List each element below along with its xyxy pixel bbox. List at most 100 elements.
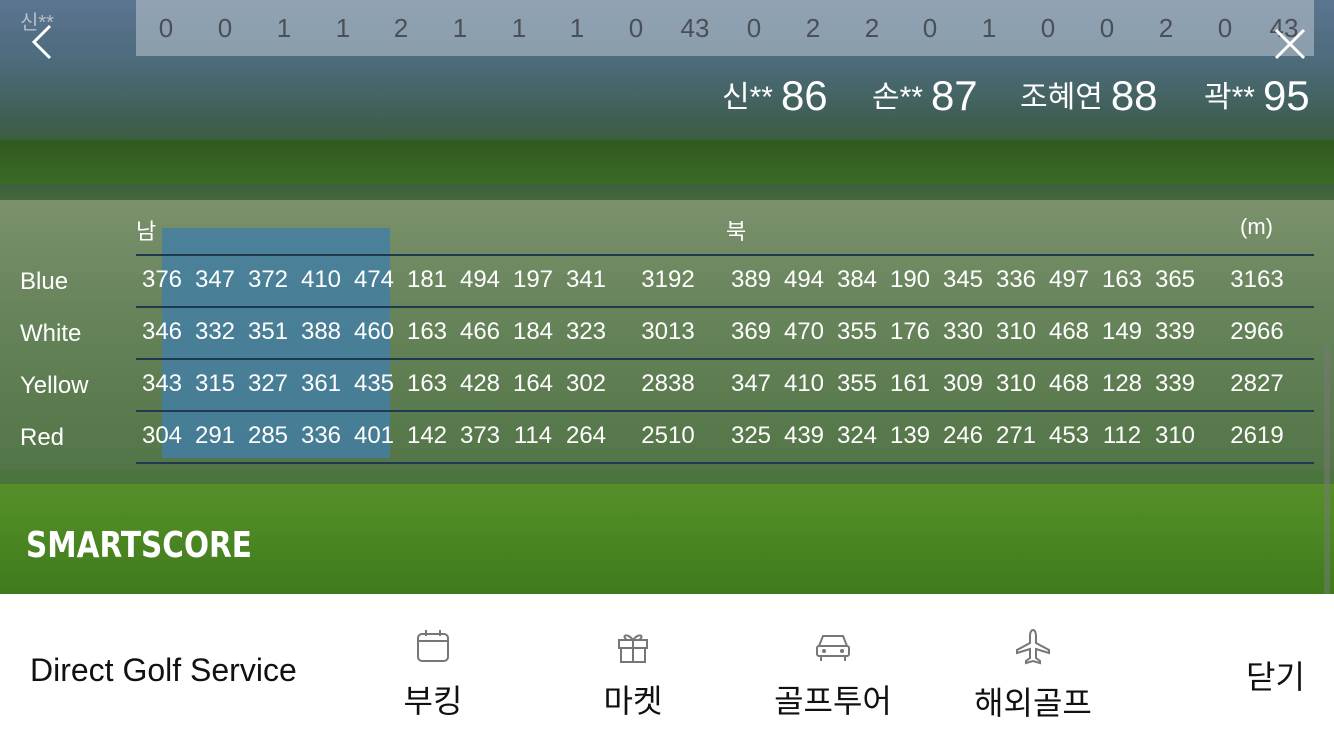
distance-cell: 197 bbox=[512, 266, 554, 293]
hole-score: 0 bbox=[628, 13, 644, 43]
hole-score: 1 bbox=[452, 13, 468, 43]
distance-cell: 112 bbox=[1102, 422, 1142, 449]
distance-cell: 373 bbox=[459, 422, 501, 449]
tee-label: Blue bbox=[20, 268, 69, 295]
table-divider bbox=[136, 462, 1314, 464]
distance-cell: 3192 bbox=[641, 266, 695, 293]
distance-cell: 466 bbox=[459, 318, 501, 345]
distance-cell: 285 bbox=[247, 422, 289, 449]
hole-score: 0 bbox=[1099, 13, 1115, 43]
distance-cell: 336 bbox=[300, 422, 342, 449]
distance-cell: 339 bbox=[1154, 370, 1196, 397]
distance-cell: 347 bbox=[730, 370, 772, 397]
distance-cell: 389 bbox=[730, 266, 772, 293]
airplane-icon bbox=[1016, 628, 1050, 665]
hole-score: 1 bbox=[276, 13, 292, 43]
hole-score: 0 bbox=[1040, 13, 1056, 43]
distance-cell: 453 bbox=[1048, 422, 1090, 449]
hole-score-strip: 0 0 1 1 2 1 1 1 0 43 0 2 2 0 1 0 0 2 0 43 bbox=[136, 0, 1314, 56]
distance-cell: 497 bbox=[1048, 266, 1090, 293]
nav-label: 마켓 bbox=[603, 683, 663, 719]
close-menu-button[interactable]: 닫기 bbox=[1246, 652, 1305, 698]
distance-cell: 310 bbox=[995, 318, 1037, 345]
hole-score: 0 bbox=[922, 13, 938, 43]
hole-score: 43 bbox=[680, 13, 710, 43]
player-score: 95 bbox=[1262, 72, 1310, 119]
distance-cell: 336 bbox=[995, 266, 1037, 293]
distance-cell: 345 bbox=[942, 266, 984, 293]
distance-cell: 332 bbox=[194, 318, 236, 345]
hole-score: 1 bbox=[335, 13, 351, 43]
player-score: 88 bbox=[1110, 72, 1158, 119]
table-divider bbox=[136, 306, 1314, 308]
distance-cell: 2619 bbox=[1230, 422, 1284, 449]
distance-cell: 264 bbox=[565, 422, 607, 449]
distance-cell: 161 bbox=[889, 370, 931, 397]
distance-cell: 376 bbox=[141, 266, 183, 293]
distance-cell: 325 bbox=[730, 422, 772, 449]
distance-cell: 309 bbox=[942, 370, 984, 397]
unit-label: (m) bbox=[1240, 214, 1273, 239]
brand-logo: SMARTSCORE bbox=[26, 525, 252, 566]
distance-cell: 3013 bbox=[641, 318, 695, 345]
distance-cell: 304 bbox=[141, 422, 183, 449]
tee-label: Yellow bbox=[20, 372, 89, 399]
player-totals: 신** 86 손** 87 조혜연 88 곽** 95 bbox=[0, 72, 1334, 128]
hole-score: 2 bbox=[393, 13, 409, 43]
distance-cell: 2510 bbox=[641, 422, 695, 449]
close-button[interactable] bbox=[1270, 24, 1310, 64]
nav-booking[interactable]: 부킹 bbox=[353, 628, 513, 722]
distance-cell: 494 bbox=[459, 266, 501, 293]
nav-overseas-golf[interactable]: 해외골프 bbox=[953, 628, 1113, 724]
distance-cell: 384 bbox=[836, 266, 878, 293]
player-total: 곽** 95 bbox=[1204, 72, 1310, 120]
distance-cell: 355 bbox=[836, 370, 878, 397]
distance-cell: 474 bbox=[353, 266, 395, 293]
distance-cell: 369 bbox=[730, 318, 772, 345]
player-total: 손** 87 bbox=[872, 72, 978, 120]
distance-cell: 315 bbox=[194, 370, 236, 397]
distance-cell: 339 bbox=[1154, 318, 1196, 345]
distance-cell: 460 bbox=[353, 318, 395, 345]
distance-cell: 190 bbox=[889, 266, 931, 293]
back-nine-label: 북 bbox=[726, 219, 747, 244]
distance-cell: 327 bbox=[247, 370, 289, 397]
table-divider bbox=[136, 358, 1314, 360]
tee-label: White bbox=[20, 320, 82, 347]
distance-cell: 310 bbox=[1154, 422, 1196, 449]
hole-score: 0 bbox=[1217, 13, 1233, 43]
distance-cell: 176 bbox=[889, 318, 931, 345]
distance-cell: 163 bbox=[406, 318, 448, 345]
player-name: 곽** bbox=[1204, 81, 1255, 114]
distance-cell: 346 bbox=[141, 318, 183, 345]
player-score: 86 bbox=[780, 72, 828, 119]
distance-cell: 330 bbox=[942, 318, 984, 345]
distance-cell: 410 bbox=[300, 266, 342, 293]
nav-market[interactable]: 마켓 bbox=[553, 628, 713, 722]
distance-cell: 494 bbox=[783, 266, 825, 293]
distance-cell: 246 bbox=[942, 422, 984, 449]
nav-label: 부킹 bbox=[403, 683, 463, 719]
distance-cell: 128 bbox=[1101, 370, 1143, 397]
distance-cell: 351 bbox=[247, 318, 289, 345]
distance-cell: 324 bbox=[836, 422, 878, 449]
hole-score: 2 bbox=[805, 13, 821, 43]
player-score: 87 bbox=[930, 72, 978, 119]
distance-cell: 3163 bbox=[1230, 266, 1284, 293]
hole-score: 2 bbox=[1158, 13, 1174, 43]
distance-cell: 439 bbox=[783, 422, 825, 449]
distance-cell: 164 bbox=[512, 370, 554, 397]
distance-cell: 468 bbox=[1048, 318, 1090, 345]
distance-cell: 2838 bbox=[641, 370, 695, 397]
distance-cell: 365 bbox=[1154, 266, 1196, 293]
distance-cell: 372 bbox=[247, 266, 289, 293]
nav-golf-tour[interactable]: 골프투어 bbox=[753, 628, 913, 722]
nav-label: 해외골프 bbox=[974, 685, 1092, 721]
distance-cell: 343 bbox=[141, 370, 183, 397]
back-button[interactable] bbox=[22, 22, 62, 62]
distance-cell: 139 bbox=[889, 422, 931, 449]
player-total: 신** 86 bbox=[722, 72, 828, 120]
hole-score: 0 bbox=[217, 13, 233, 43]
distance-cell: 401 bbox=[353, 422, 395, 449]
distance-cell: 355 bbox=[836, 318, 878, 345]
